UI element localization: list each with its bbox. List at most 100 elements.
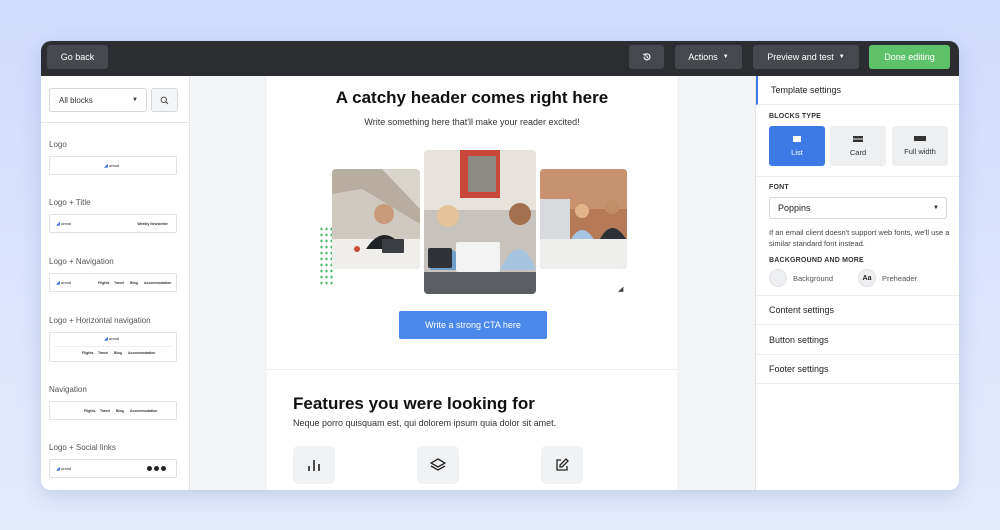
font-heading: FONT xyxy=(769,184,789,191)
full-width-layout-icon xyxy=(914,136,926,141)
block-item-logo-horizontal-navigation[interactable]: Logo + Horizontal navigation ◢ airmail Fl… xyxy=(49,316,178,362)
hero-photo-right[interactable] xyxy=(540,169,627,269)
sidebar-divider xyxy=(41,122,190,123)
office-photo xyxy=(332,169,420,269)
features-title[interactable]: Features you were looking for xyxy=(293,394,535,414)
edit-icon xyxy=(556,458,569,471)
history-button[interactable] xyxy=(629,45,664,69)
block-filter-value: All blocks xyxy=(59,95,93,105)
settings-panel: Template settings BLOCKS TYPE List Card … xyxy=(755,76,959,490)
chevron-down-icon: ▼ xyxy=(132,97,138,103)
thumb-logo: ◢ airmail xyxy=(56,280,72,286)
block-filter-select[interactable]: All blocks ▼ xyxy=(49,88,147,112)
thumb-nav-item: Travel xyxy=(114,281,125,285)
top-toolbar: Go back Actions ▼ Preview and test ▼ Don… xyxy=(41,41,959,76)
block-item-logo-social-links[interactable]: Logo + Social links ◢ airmail xyxy=(49,443,178,478)
content-settings-section[interactable]: Content settings xyxy=(756,296,959,325)
footer-settings-section[interactable]: Footer settings xyxy=(756,355,959,384)
block-item-logo-title[interactable]: Logo + Title ◢ airmail Weekly Newsletter xyxy=(49,198,178,233)
actions-button[interactable]: Actions ▼ xyxy=(675,45,742,69)
hero-photo-left[interactable] xyxy=(332,169,420,269)
block-label: Logo + Title xyxy=(49,198,91,207)
block-item-logo-navigation[interactable]: Logo + Navigation ◢ airmail Flights Trave… xyxy=(49,257,178,292)
thumb-nav-item: Accommodation xyxy=(128,351,156,355)
actions-label: Actions xyxy=(688,52,718,62)
go-back-button[interactable]: Go back xyxy=(47,45,108,69)
thumb-nav-item: Blog xyxy=(116,409,124,413)
thumb-divider xyxy=(54,346,172,347)
bar-chart-icon xyxy=(308,460,320,471)
thumb-nav-item: Accommodation xyxy=(144,281,172,285)
resize-handle-icon[interactable]: ◢ xyxy=(618,285,623,293)
meeting-photo xyxy=(540,169,627,269)
thumb-nav-item: Blog xyxy=(130,281,138,285)
decorative-dots xyxy=(319,226,333,286)
block-type-full-width[interactable]: Full width xyxy=(892,126,948,166)
email-preview: A catchy header comes right here Write s… xyxy=(267,76,677,490)
preview-label: Preview and test xyxy=(767,52,834,62)
button-settings-section[interactable]: Button settings xyxy=(756,326,959,355)
block-thumbnail: ◢ airmail Weekly Newsletter xyxy=(49,214,177,233)
go-back-label: Go back xyxy=(60,52,95,62)
chevron-down-icon: ▼ xyxy=(933,205,939,211)
preheader-icon: Aa xyxy=(858,269,876,287)
facebook-icon xyxy=(147,466,152,471)
background-label: Background xyxy=(793,273,834,283)
feature-card-layers[interactable] xyxy=(417,446,459,484)
block-type-label: Full width xyxy=(904,147,936,156)
block-type-label: Card xyxy=(849,147,867,157)
block-thumbnail: Flights Travel Blog Accommodation xyxy=(49,401,177,420)
template-settings-tab[interactable]: Template settings xyxy=(756,76,959,105)
block-filter-row: All blocks ▼ xyxy=(49,88,182,112)
panel-divider xyxy=(756,176,959,177)
thumb-title: Weekly Newsletter xyxy=(137,222,168,226)
hero-subtitle[interactable]: Write something here that'll make your r… xyxy=(267,117,677,127)
block-type-list[interactable]: List xyxy=(769,126,825,166)
font-select[interactable]: Poppins ▼ xyxy=(769,197,947,219)
thumb-nav-item: Blog xyxy=(114,351,122,355)
done-editing-button[interactable]: Done editing xyxy=(869,45,950,69)
block-label: Navigation xyxy=(49,385,87,394)
preheader-setting[interactable]: Aa Preheader xyxy=(858,269,917,287)
search-icon xyxy=(160,96,169,104)
hero-title[interactable]: A catchy header comes right here xyxy=(267,88,677,108)
block-item-navigation[interactable]: Navigation Flights Travel Blog Accommoda… xyxy=(49,385,178,420)
block-label: Logo xyxy=(49,140,67,149)
thumb-logo: ◢ airmail xyxy=(56,221,72,227)
blocks-type-heading: BLOCKS TYPE xyxy=(769,113,821,120)
feature-card-chart[interactable] xyxy=(293,446,335,484)
history-icon xyxy=(642,53,651,61)
thumb-nav-item: Travel xyxy=(98,351,109,355)
background-color-swatch xyxy=(769,269,787,287)
background-setting[interactable]: Background xyxy=(769,269,833,287)
feature-card-edit[interactable] xyxy=(541,446,583,484)
twitter-icon xyxy=(154,466,159,471)
thumb-nav-item: Flights xyxy=(98,281,110,285)
card-layout-icon xyxy=(853,135,863,142)
preview-and-test-button[interactable]: Preview and test ▼ xyxy=(753,45,859,69)
blocks-sidebar: All blocks ▼ Logo ◢ airmail Logo + Title … xyxy=(41,76,190,490)
block-thumbnail: ◢ airmail Flights Travel Blog Accommodati… xyxy=(49,332,177,362)
block-search-button[interactable] xyxy=(151,88,178,112)
block-item-logo[interactable]: Logo ◢ airmail xyxy=(49,140,178,175)
thumb-nav-item: Travel xyxy=(100,409,111,413)
instagram-icon xyxy=(161,466,166,471)
hero-photo-center[interactable] xyxy=(424,150,536,294)
layers-icon xyxy=(430,458,446,471)
block-thumbnail: ◢ airmail Flights Travel Blog Accommodati… xyxy=(49,273,177,292)
block-type-card[interactable]: Card xyxy=(830,126,886,166)
cta-button[interactable]: Write a strong CTA here xyxy=(399,311,547,339)
editor-canvas: A catchy header comes right here Write s… xyxy=(190,76,755,490)
chevron-down-icon: ▼ xyxy=(722,54,729,60)
block-type-label: List xyxy=(791,147,803,157)
thumb-logo: ◢ airmail xyxy=(104,336,120,342)
block-label: Logo + Horizontal navigation xyxy=(49,316,151,325)
preheader-label: Preheader xyxy=(882,273,918,283)
background-heading: BACKGROUND AND MORE xyxy=(769,257,864,264)
done-label: Done editing xyxy=(884,52,935,62)
thumb-nav-item: Flights xyxy=(84,409,96,413)
block-thumbnail: ◢ airmail xyxy=(49,156,177,175)
chevron-down-icon: ▼ xyxy=(838,54,845,60)
list-layout-icon xyxy=(793,135,801,142)
features-subtitle[interactable]: Neque porro quisquam est, qui dolorem ip… xyxy=(293,418,556,428)
